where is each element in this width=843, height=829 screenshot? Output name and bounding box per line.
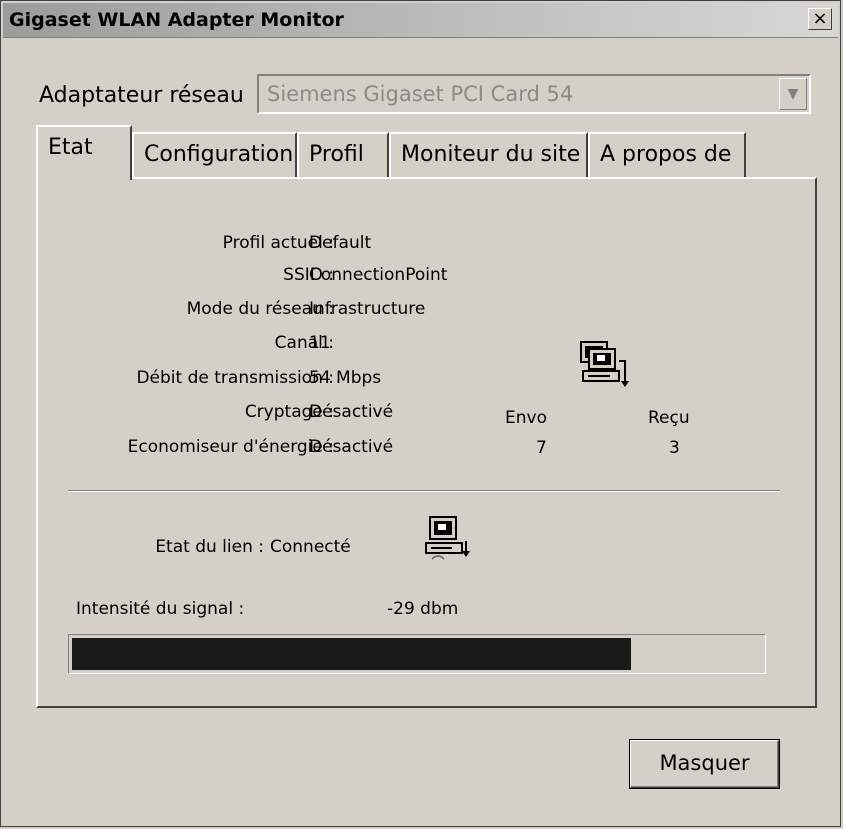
close-button[interactable]: × [808, 8, 832, 30]
signal-value: -29 dbm [387, 599, 459, 619]
ssid-label: SSID : [283, 265, 334, 285]
network-mode-value: Infrastructure [309, 299, 426, 319]
hide-button[interactable]: Masquer [629, 739, 780, 789]
tab-moniteur-du-site[interactable]: Moniteur du site [389, 132, 588, 178]
link-state-label: Etat du lien : [155, 537, 264, 557]
chevron-down-icon[interactable]: ▼ [779, 78, 807, 110]
profile-label: Profil actuel : [222, 233, 334, 253]
monitor-window: Gigaset WLAN Adapter Monitor × Adaptateu… [0, 0, 841, 827]
adapter-label: Adaptateur réseau [39, 83, 244, 108]
received-value: 3 [669, 438, 680, 458]
rate-label: Débit de transmission : [136, 368, 334, 388]
tab-a-propos-de[interactable]: A propos de [588, 132, 746, 178]
sent-label: Envo [505, 408, 547, 428]
power-save-label: Economiseur d'énergie : [127, 437, 334, 457]
network-computers-icon [580, 341, 629, 387]
signal-strength-bar [68, 634, 766, 674]
title-bar[interactable]: Gigaset WLAN Adapter Monitor × [3, 3, 838, 38]
tab-profil[interactable]: Profil [297, 132, 389, 178]
link-state-value: Connecté [270, 537, 351, 557]
ssid-value: ConnectionPoint [309, 265, 448, 285]
status-panel: Profil actuel : Default SSID : Connectio… [36, 177, 817, 708]
received-label: Reçu [648, 408, 690, 428]
encryption-label: Cryptage : [244, 402, 334, 422]
rate-value: 54 Mbps [309, 368, 382, 388]
tab-configuration[interactable]: Configuration [132, 132, 297, 178]
network-mode-label: Mode du réseau : [186, 299, 334, 319]
adapter-value: Siemens Gigaset PCI Card 54 [267, 82, 574, 106]
adapter-select[interactable]: Siemens Gigaset PCI Card 54 ▼ [257, 74, 811, 114]
profile-value: Default [309, 233, 372, 253]
section-divider [68, 490, 780, 492]
tab-etat[interactable]: Etat [36, 125, 132, 180]
power-save-value: Désactivé [309, 437, 394, 457]
sent-value: 7 [536, 438, 547, 458]
signal-strength-fill [72, 638, 631, 670]
connected-computer-icon [425, 516, 470, 560]
window-title: Gigaset WLAN Adapter Monitor [9, 9, 344, 31]
channel-label: Canal : [274, 333, 334, 353]
signal-label: Intensité du signal : [76, 599, 245, 619]
channel-value: 11 [309, 333, 331, 353]
encryption-value: Désactivé [309, 402, 394, 422]
